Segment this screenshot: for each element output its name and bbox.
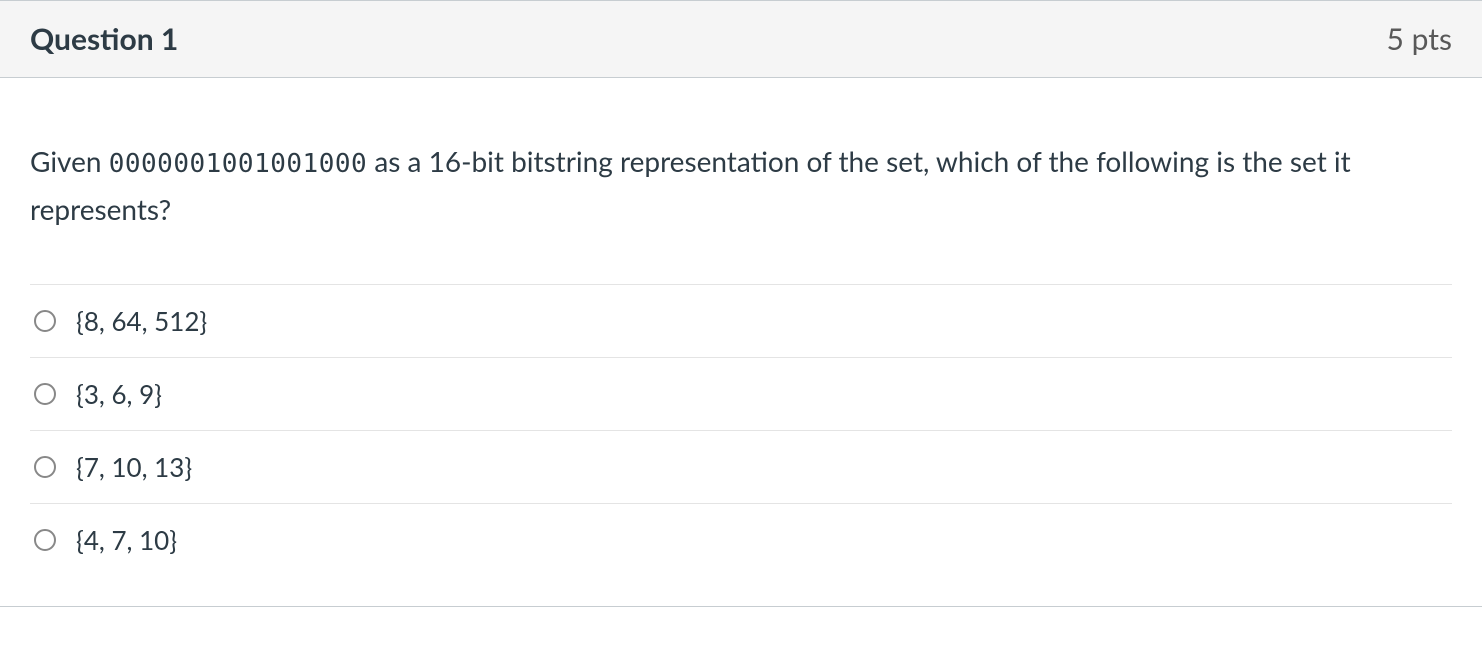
answer-label: {4, 7, 10} — [76, 524, 177, 556]
question-title: Question 1 — [30, 21, 178, 57]
question-body: Given 0000001001001000 as a 16-bit bitst… — [0, 78, 1482, 606]
radio-icon[interactable] — [34, 529, 56, 551]
question-points: 5 pts — [1387, 21, 1452, 57]
radio-icon[interactable] — [34, 456, 56, 478]
answer-label: {3, 6, 9} — [76, 378, 162, 410]
answer-label: {8, 64, 512} — [76, 305, 207, 337]
answer-option[interactable]: {8, 64, 512} — [30, 284, 1452, 357]
answer-option[interactable]: {3, 6, 9} — [30, 357, 1452, 430]
question-text: Given 0000001001001000 as a 16-bit bitst… — [30, 138, 1452, 234]
question-header: Question 1 5 pts — [0, 1, 1482, 78]
radio-icon[interactable] — [34, 310, 56, 332]
answer-option[interactable]: {7, 10, 13} — [30, 430, 1452, 503]
answer-label: {7, 10, 13} — [76, 451, 192, 483]
question-bitstring: 0000001001001000 — [109, 149, 367, 179]
radio-icon[interactable] — [34, 383, 56, 405]
answer-list: {8, 64, 512} {3, 6, 9} {7, 10, 13} {4, 7… — [30, 284, 1452, 596]
question-text-before: Given — [30, 144, 109, 178]
question-card: Question 1 5 pts Given 0000001001001000 … — [0, 0, 1482, 607]
answer-option[interactable]: {4, 7, 10} — [30, 503, 1452, 596]
